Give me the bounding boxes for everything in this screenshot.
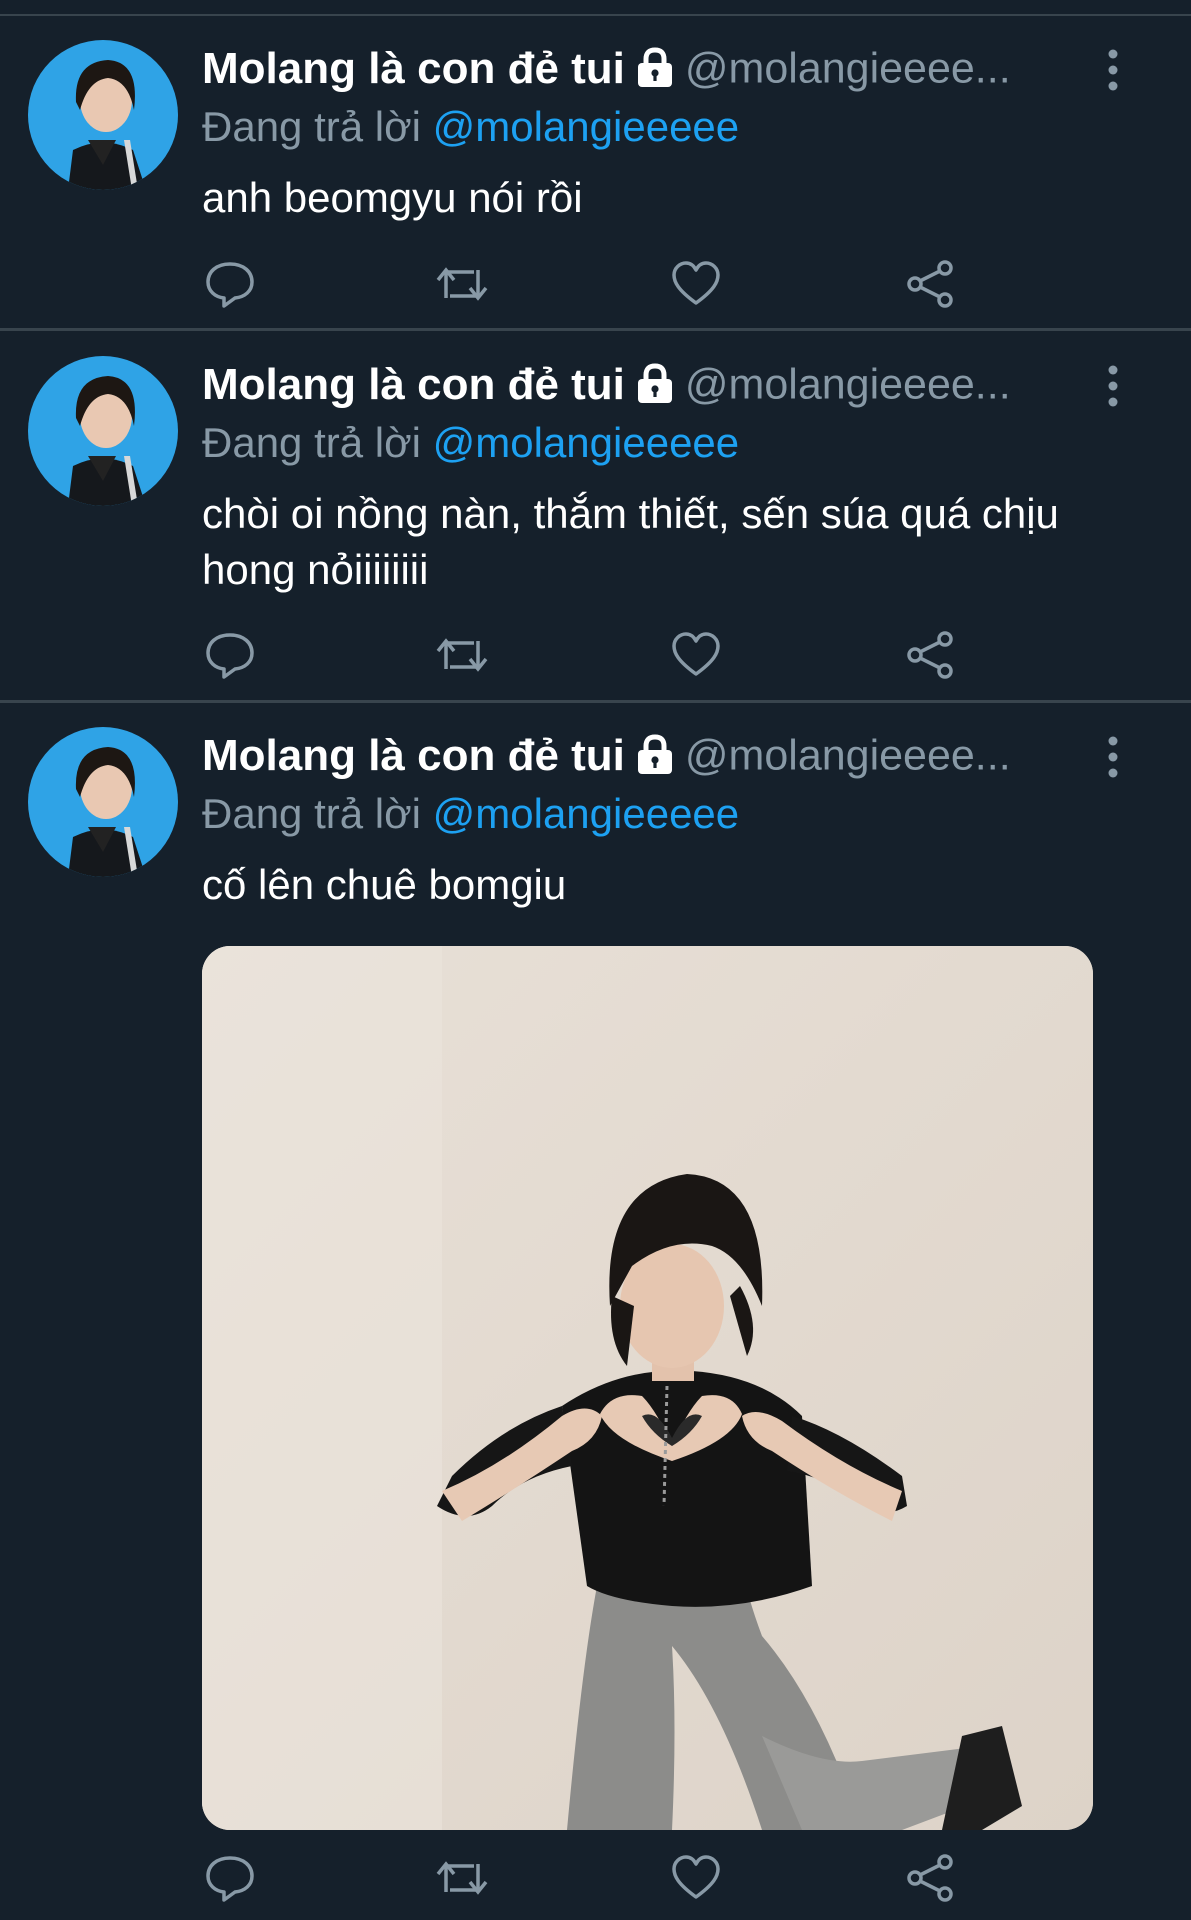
replying-to: Đang trả lời @molangieeeee bbox=[202, 419, 739, 467]
tweet-text: cố lên chuê bomgiu bbox=[202, 861, 567, 908]
like-icon[interactable] bbox=[668, 1850, 724, 1906]
tweet-actions bbox=[202, 627, 982, 683]
tweet-header: Molang là con đẻ tui @molangieeee... bbox=[202, 731, 1082, 789]
retweet-icon[interactable] bbox=[434, 1850, 490, 1906]
mention-link[interactable]: @molangieeeee bbox=[433, 103, 740, 150]
top-divider bbox=[0, 0, 1191, 16]
share-icon[interactable] bbox=[902, 627, 958, 683]
retweet-icon[interactable] bbox=[434, 256, 490, 312]
lock-icon bbox=[633, 45, 677, 94]
share-icon[interactable] bbox=[902, 256, 958, 312]
tweet-divider bbox=[0, 700, 1191, 703]
user-handle[interactable]: @molangieeee... bbox=[685, 45, 1011, 93]
replying-prefix: Đang trả lời bbox=[202, 419, 421, 466]
reply-icon[interactable] bbox=[202, 627, 258, 683]
avatar-portrait-image bbox=[68, 60, 146, 190]
avatar[interactable] bbox=[28, 727, 178, 877]
reply-icon[interactable] bbox=[202, 256, 258, 312]
replying-prefix: Đang trả lời bbox=[202, 103, 421, 150]
avatar[interactable] bbox=[28, 40, 178, 190]
display-name[interactable]: Molang là con đẻ tui bbox=[202, 360, 625, 409]
replying-prefix: Đang trả lời bbox=[202, 790, 421, 837]
tweet-header: Molang là con đẻ tui @molangieeee... bbox=[202, 44, 1082, 102]
user-handle[interactable]: @molangieeee... bbox=[685, 361, 1011, 409]
reply-icon[interactable] bbox=[202, 1850, 258, 1906]
mention-link[interactable]: @molangieeeee bbox=[433, 419, 740, 466]
display-name[interactable]: Molang là con đẻ tui bbox=[202, 44, 625, 93]
tweet-text: chòi oi nồng nàn, thắm thiết, sến súa qu… bbox=[202, 490, 1059, 593]
tweet-media-image[interactable] bbox=[202, 946, 1093, 1830]
more-options-icon[interactable] bbox=[1100, 733, 1126, 781]
more-options-icon[interactable] bbox=[1100, 46, 1126, 94]
dancer-heart-gesture-photo bbox=[202, 946, 1093, 1830]
replying-to: Đang trả lời @molangieeeee bbox=[202, 103, 739, 151]
tweet-text: anh beomgyu nói rồi bbox=[202, 174, 583, 221]
share-icon[interactable] bbox=[902, 1850, 958, 1906]
retweet-icon[interactable] bbox=[434, 627, 490, 683]
lock-icon bbox=[633, 732, 677, 781]
like-icon[interactable] bbox=[668, 627, 724, 683]
tweet-divider bbox=[0, 328, 1191, 331]
more-options-icon[interactable] bbox=[1100, 362, 1126, 410]
like-icon[interactable] bbox=[668, 256, 724, 312]
replying-to: Đang trả lời @molangieeeee bbox=[202, 790, 739, 838]
lock-icon bbox=[633, 361, 677, 410]
avatar-portrait-image bbox=[68, 376, 146, 506]
avatar-portrait-image bbox=[68, 747, 146, 877]
mention-link[interactable]: @molangieeeee bbox=[433, 790, 740, 837]
tweet-actions bbox=[202, 256, 982, 312]
user-handle[interactable]: @molangieeee... bbox=[685, 732, 1011, 780]
tweet-actions bbox=[202, 1850, 982, 1906]
display-name[interactable]: Molang là con đẻ tui bbox=[202, 731, 625, 780]
tweet-header: Molang là con đẻ tui @molangieeee... bbox=[202, 360, 1082, 418]
avatar[interactable] bbox=[28, 356, 178, 506]
